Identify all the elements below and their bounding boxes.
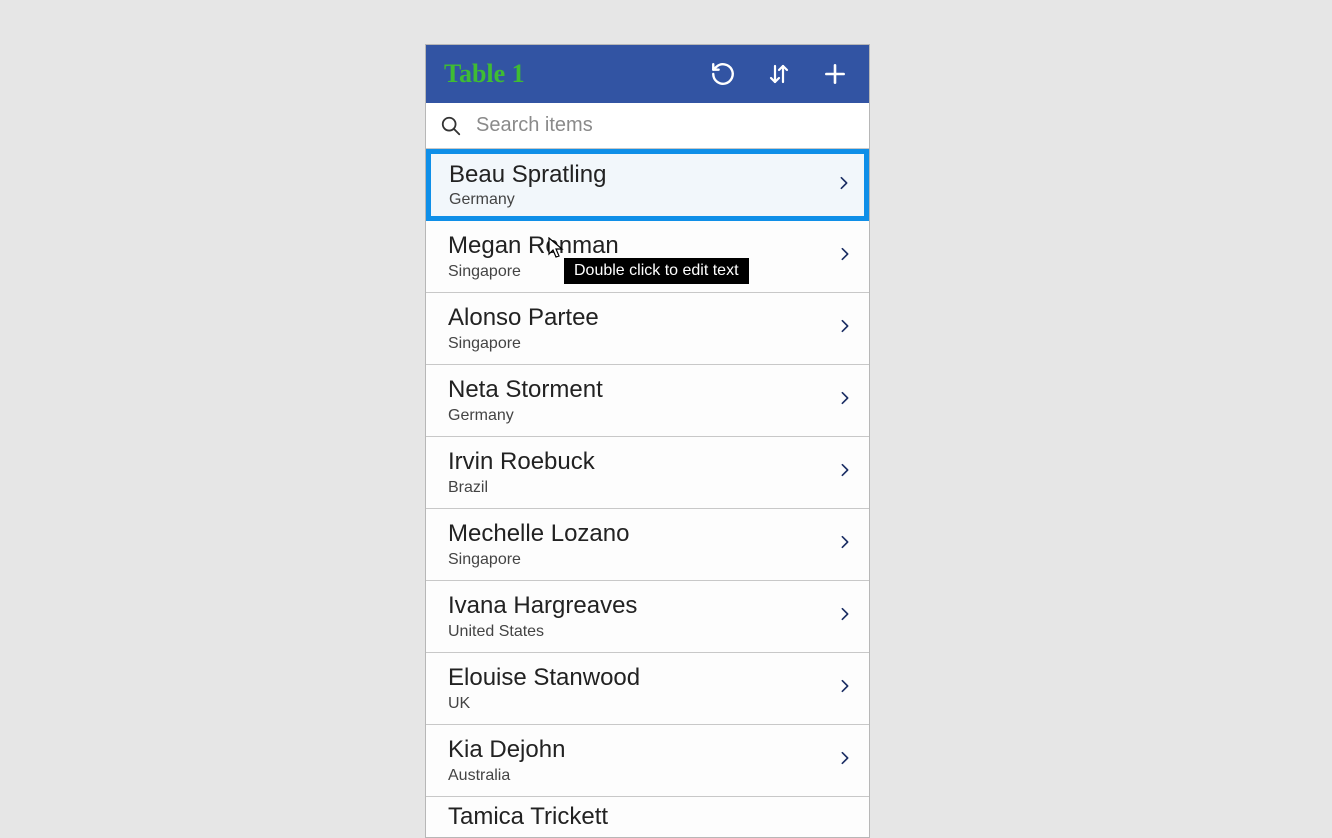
item-text: Neta Storment Germany — [448, 376, 837, 425]
item-name: Alonso Partee — [448, 304, 837, 333]
list-item[interactable]: Ivana Hargreaves United States — [426, 581, 869, 653]
chevron-right-icon — [837, 602, 853, 631]
item-text: Kia Dejohn Australia — [448, 736, 837, 785]
list-item[interactable]: Kia Dejohn Australia — [426, 725, 869, 797]
chevron-right-icon — [837, 242, 853, 271]
item-text: Mechelle Lozano Singapore — [448, 520, 837, 569]
chevron-right-icon — [836, 171, 852, 200]
item-sub: UK — [448, 695, 837, 713]
plus-icon — [822, 61, 848, 87]
refresh-button[interactable] — [709, 60, 737, 88]
chevron-right-icon — [837, 314, 853, 343]
list-item[interactable]: Alonso Partee Singapore — [426, 293, 869, 365]
sort-icon — [767, 61, 791, 87]
chevron-right-icon — [837, 458, 853, 487]
item-name: Tamica Trickett — [448, 803, 853, 832]
item-sub: Germany — [448, 407, 837, 425]
item-sub: Singapore — [448, 551, 837, 569]
panel-header: Table 1 — [426, 45, 869, 103]
item-sub: United States — [448, 623, 837, 641]
chevron-right-icon — [837, 530, 853, 559]
table-panel: Table 1 — [425, 44, 870, 838]
list-item[interactable]: Elouise Stanwood UK — [426, 653, 869, 725]
item-sub: Australia — [448, 767, 837, 785]
item-text: Beau Spratling Germany — [449, 161, 836, 210]
edit-tooltip: Double click to edit text — [564, 258, 749, 284]
sort-button[interactable] — [765, 60, 793, 88]
item-text: Elouise Stanwood UK — [448, 664, 837, 713]
item-name: Ivana Hargreaves — [448, 592, 837, 621]
chevron-right-icon — [837, 674, 853, 703]
item-name: Megan Ronman — [448, 232, 837, 261]
search-input[interactable] — [462, 114, 859, 137]
item-name: Kia Dejohn — [448, 736, 837, 765]
item-name: Beau Spratling — [449, 161, 836, 190]
list-item[interactable]: Mechelle Lozano Singapore — [426, 509, 869, 581]
header-actions — [709, 60, 855, 88]
item-text: Tamica Trickett — [448, 803, 853, 834]
item-name: Neta Storment — [448, 376, 837, 405]
list-item[interactable]: Neta Storment Germany — [426, 365, 869, 437]
item-sub: Brazil — [448, 479, 837, 497]
item-sub: Singapore — [448, 335, 837, 353]
item-list: Beau Spratling Germany Megan Ronman Sing… — [426, 149, 869, 837]
item-name: Elouise Stanwood — [448, 664, 837, 693]
list-item[interactable]: Beau Spratling Germany — [426, 149, 869, 221]
list-item[interactable]: Irvin Roebuck Brazil — [426, 437, 869, 509]
item-text: Ivana Hargreaves United States — [448, 592, 837, 641]
item-text: Irvin Roebuck Brazil — [448, 448, 837, 497]
item-sub: Germany — [449, 191, 836, 209]
item-name: Mechelle Lozano — [448, 520, 837, 549]
refresh-icon — [710, 61, 736, 87]
chevron-right-icon — [837, 386, 853, 415]
search-row[interactable] — [426, 103, 869, 149]
search-icon — [440, 115, 462, 137]
item-name: Irvin Roebuck — [448, 448, 837, 477]
add-button[interactable] — [821, 60, 849, 88]
panel-title: Table 1 — [444, 59, 699, 89]
list-item[interactable]: Tamica Trickett — [426, 797, 869, 837]
item-text: Alonso Partee Singapore — [448, 304, 837, 353]
chevron-right-icon — [837, 746, 853, 775]
